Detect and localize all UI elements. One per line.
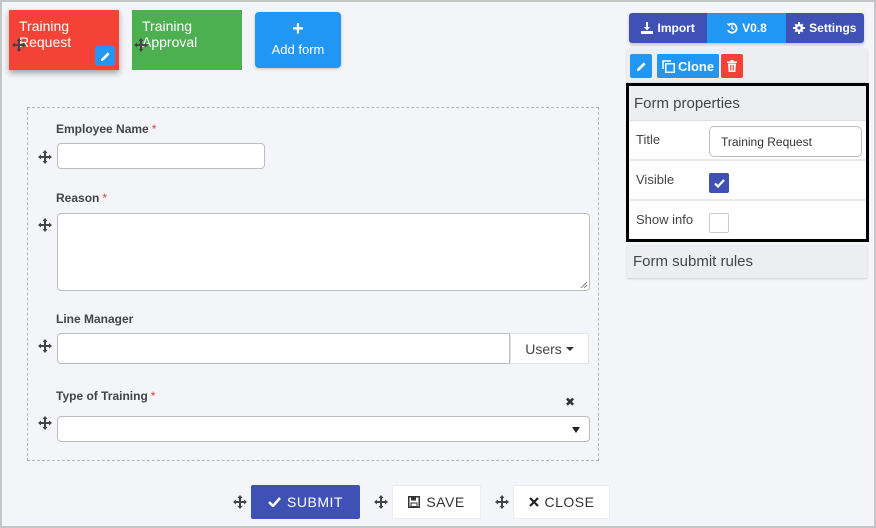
caret-down-icon xyxy=(565,346,574,351)
import-button[interactable]: Import xyxy=(629,13,708,43)
pencil-icon xyxy=(100,51,110,61)
save-label: SAVE xyxy=(426,494,465,510)
form-tab-training-request[interactable]: Training Request xyxy=(9,10,119,70)
pencil-icon xyxy=(636,61,646,71)
resize-handle-icon[interactable] xyxy=(580,281,587,288)
floppy-disk-icon xyxy=(408,496,421,508)
download-icon xyxy=(641,22,654,34)
check-icon xyxy=(713,178,725,188)
show-info-checkbox[interactable] xyxy=(709,213,729,233)
add-form-button[interactable]: + Add form xyxy=(255,12,341,68)
clone-button[interactable]: Clone xyxy=(657,54,719,78)
type-of-training-label: Type of Training * xyxy=(56,389,156,403)
delete-button[interactable] xyxy=(721,54,743,78)
move-icon[interactable] xyxy=(495,495,509,509)
line-manager-label: Line Manager xyxy=(56,312,134,326)
users-dropdown-button[interactable]: Users xyxy=(510,333,589,364)
form-tab-label: Training Approval xyxy=(142,18,198,50)
move-icon[interactable] xyxy=(38,416,52,430)
trash-icon xyxy=(727,60,737,72)
form-properties-heading[interactable]: Form properties xyxy=(629,86,866,121)
required-marker: * xyxy=(151,122,157,136)
form-tab-training-approval[interactable]: Training Approval xyxy=(132,10,242,70)
required-marker: * xyxy=(150,389,156,403)
users-button-label: Users xyxy=(525,340,562,357)
import-label: Import xyxy=(657,21,695,35)
property-title-row: Title Training Request xyxy=(629,121,866,161)
history-icon xyxy=(726,22,738,34)
settings-label: Settings xyxy=(809,21,857,35)
visible-label: Visible xyxy=(636,172,675,187)
title-label: Title xyxy=(636,132,661,147)
move-icon[interactable] xyxy=(374,495,388,509)
visible-checkbox[interactable] xyxy=(709,173,729,193)
move-icon[interactable] xyxy=(38,218,52,232)
submit-button[interactable]: SUBMIT xyxy=(251,485,360,519)
plus-icon: + xyxy=(292,18,304,40)
form-submit-rules-section[interactable]: Form submit rules xyxy=(627,245,867,278)
clear-selection-icon[interactable]: ✖ xyxy=(565,395,575,409)
form-canvas: Employee Name * Reason * Line Manager User… xyxy=(27,107,599,461)
form-properties-panel: Form properties Title Training Request V… xyxy=(626,83,869,242)
check-icon xyxy=(268,497,281,507)
line-manager-input[interactable] xyxy=(57,333,510,364)
move-icon[interactable] xyxy=(12,38,26,52)
dropdown-arrow-icon xyxy=(572,427,580,433)
clone-label: Clone xyxy=(677,58,715,74)
submit-label: SUBMIT xyxy=(287,494,343,510)
save-button[interactable]: SAVE xyxy=(392,485,481,519)
edit-form-button[interactable] xyxy=(95,46,115,66)
employee-name-input[interactable] xyxy=(57,143,265,169)
move-icon[interactable] xyxy=(134,38,148,52)
move-icon[interactable] xyxy=(38,339,52,353)
edit-button[interactable] xyxy=(630,54,652,78)
version-history-button[interactable]: V0.8 xyxy=(707,13,786,43)
reason-label: Reason * xyxy=(56,191,108,205)
form-actions-row: Clone xyxy=(627,48,867,82)
settings-button[interactable]: Settings xyxy=(785,13,864,43)
add-form-label: Add form xyxy=(271,42,325,57)
builder-toolbar: Import V0.8 Settings xyxy=(629,13,864,43)
reason-textarea[interactable] xyxy=(57,213,590,291)
move-icon[interactable] xyxy=(233,495,247,509)
property-visible-row: Visible xyxy=(629,161,866,201)
close-label: CLOSE xyxy=(544,494,595,510)
property-show-info-row: Show info xyxy=(629,201,866,241)
copy-icon xyxy=(662,59,675,73)
gear-icon xyxy=(793,22,806,34)
employee-name-label: Employee Name * xyxy=(56,122,157,136)
close-icon xyxy=(528,497,539,507)
show-info-label: Show info xyxy=(636,212,694,227)
title-input[interactable]: Training Request xyxy=(709,126,862,157)
move-icon[interactable] xyxy=(38,150,52,164)
type-of-training-select[interactable] xyxy=(57,416,590,442)
close-button[interactable]: CLOSE xyxy=(513,485,610,519)
form-tab-label: Training Request xyxy=(19,18,72,50)
required-marker: * xyxy=(102,191,108,205)
version-label: V0.8 xyxy=(742,21,767,35)
